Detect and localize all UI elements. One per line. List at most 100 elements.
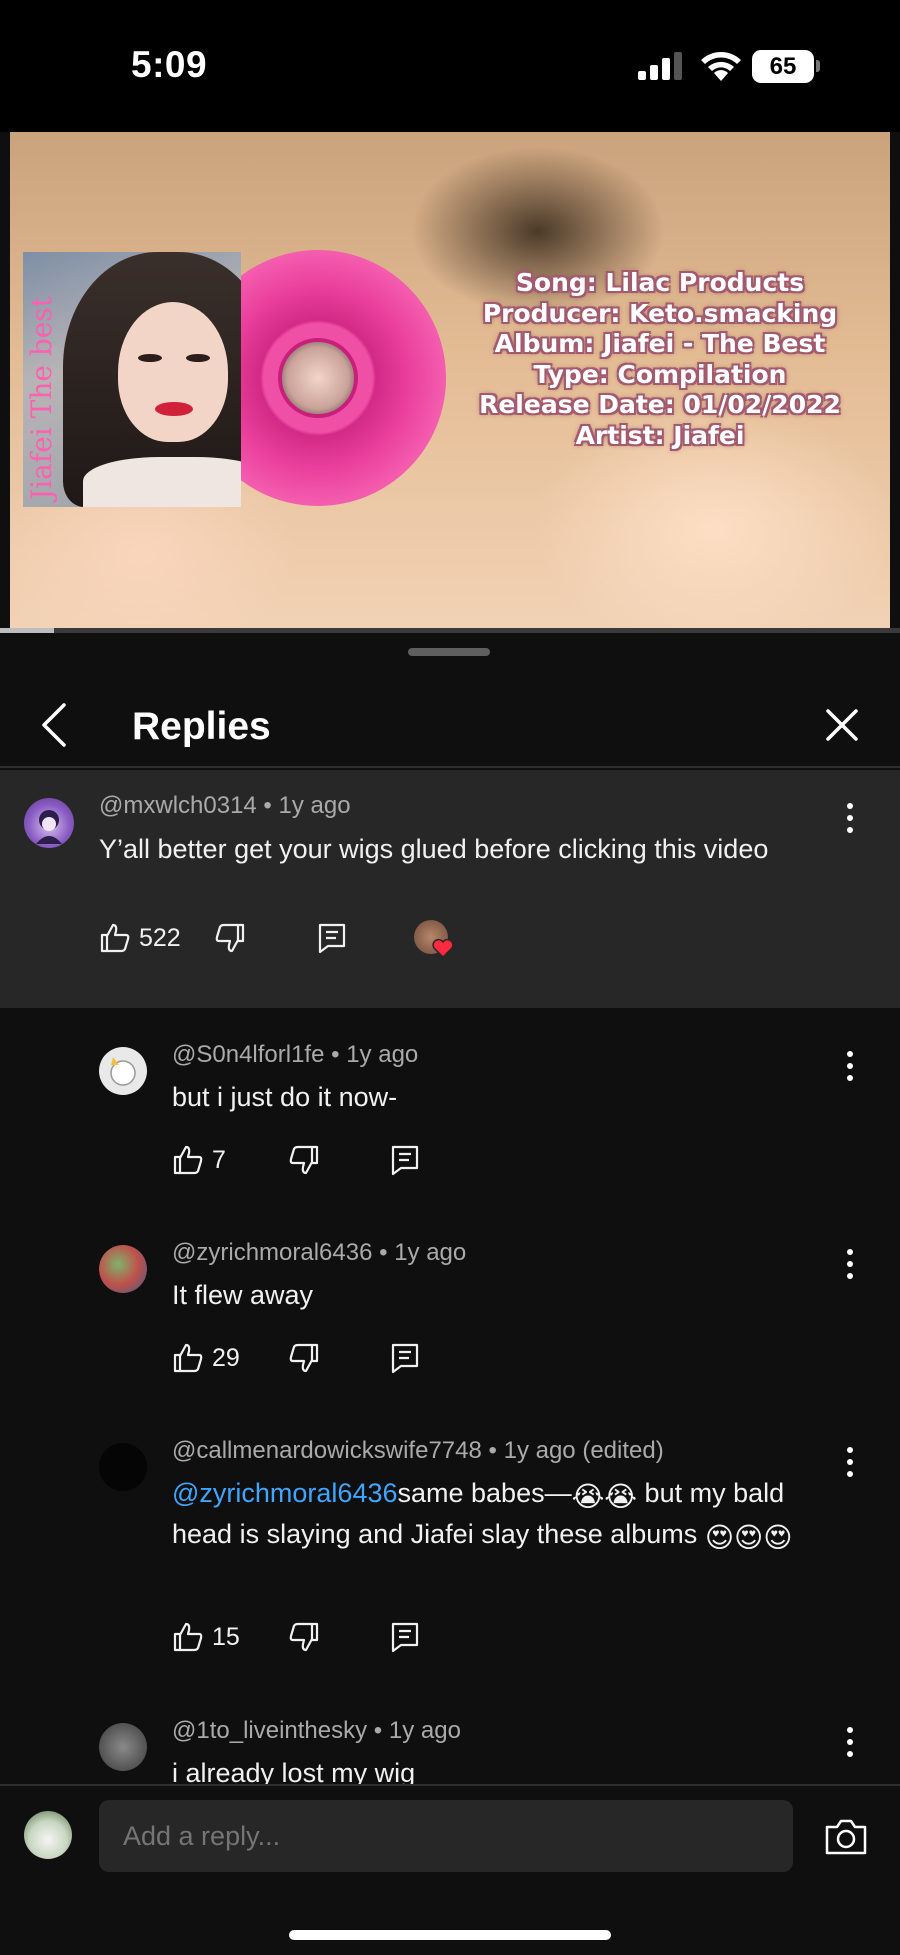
avatar[interactable] — [99, 1723, 147, 1771]
comment-time: 1y ago — [346, 1041, 419, 1068]
comment-time: 1y ago — [278, 792, 351, 819]
avatar[interactable] — [99, 1245, 147, 1293]
reply-item: @1to_liveinthesky • 1y ago i already los… — [0, 1699, 900, 1784]
close-icon[interactable] — [822, 705, 862, 745]
thumbs-down-icon[interactable] — [288, 1144, 320, 1176]
reply-item: @S0n4lforl1fe • 1y ago but i just do it … — [0, 1023, 900, 1203]
like-button[interactable]: 7 — [172, 1144, 226, 1176]
thumbs-down-icon[interactable] — [288, 1342, 320, 1374]
status-bar: 5:09 65 — [0, 0, 900, 132]
avatar[interactable] — [99, 1443, 147, 1491]
comment-text: @zyrichmoral6436same babes—😭😭 but my bal… — [172, 1473, 837, 1555]
comment-meta: @1to_liveinthesky • 1y ago — [172, 1717, 461, 1745]
meta-separator: • — [256, 792, 279, 819]
home-indicator[interactable] — [289, 1930, 611, 1940]
comment-handle[interactable]: @S0n4lforl1fe — [172, 1041, 324, 1068]
camera-icon[interactable] — [824, 1818, 868, 1856]
info-song: Song: Lilac Products — [515, 268, 805, 297]
chevron-left-icon[interactable] — [34, 699, 74, 751]
status-time: 5:09 — [131, 44, 208, 85]
comment-text: It flew away — [172, 1280, 314, 1310]
info-release-date: Release Date: 01/02/2022 — [479, 390, 841, 419]
cover-eye — [186, 354, 210, 362]
like-button[interactable]: 15 — [172, 1621, 240, 1653]
video-player[interactable]: Jiafei The best Song: Lilac Products Pro… — [10, 132, 890, 628]
comment-meta: @callmenardowickswife7748 • 1y ago (edit… — [172, 1437, 664, 1465]
like-count: 7 — [212, 1145, 226, 1174]
comment-text: but i just do it now- — [172, 1082, 398, 1112]
cellular-signal-icon — [638, 52, 682, 80]
meta-separator: • — [372, 1239, 395, 1266]
crying-emoji: 😭😭 — [571, 1481, 638, 1512]
avatar-art — [110, 1057, 136, 1086]
more-vert-icon[interactable] — [844, 1447, 856, 1477]
like-count: 522 — [139, 923, 181, 952]
like-button[interactable]: 522 — [99, 922, 181, 954]
comment-time: 1y ago — [394, 1239, 467, 1266]
meta-separator: • — [324, 1041, 347, 1068]
sheet-title: Replies — [132, 705, 271, 748]
avatar[interactable] — [99, 1047, 147, 1095]
thumbs-up-icon — [173, 1622, 203, 1652]
reply-item: @callmenardowickswife7748 • 1y ago (edit… — [0, 1419, 900, 1679]
like-count: 29 — [212, 1343, 240, 1372]
comment-meta: @S0n4lforl1fe • 1y ago — [172, 1041, 418, 1069]
album-cover: Jiafei The best — [23, 252, 241, 507]
avatar-art — [36, 810, 62, 844]
reply-icon[interactable] — [390, 1621, 420, 1653]
comment-handle[interactable]: @mxwlch0314 — [99, 792, 257, 819]
meta-separator: • — [481, 1437, 504, 1464]
cover-face — [118, 302, 228, 442]
info-album: Album: Jiafei - The Best — [494, 329, 826, 358]
more-vert-icon[interactable] — [844, 803, 856, 833]
sheet-header: Replies — [0, 661, 900, 768]
avatar[interactable] — [24, 798, 74, 848]
cover-lips — [155, 402, 193, 416]
user-avatar[interactable] — [24, 1811, 72, 1859]
reply-icon[interactable] — [390, 1342, 420, 1374]
comment-text: i already lost my wig — [172, 1758, 416, 1784]
heart-icon — [432, 938, 454, 958]
battery-indicator: 65 — [752, 50, 814, 83]
vinyl-label — [278, 338, 358, 418]
cover-title: Jiafei The best — [25, 296, 58, 500]
creator-heart-avatar — [414, 920, 454, 958]
mention-link[interactable]: @zyrichmoral6436 — [172, 1478, 398, 1508]
comment-time: 1y ago — [388, 1717, 461, 1744]
more-vert-icon[interactable] — [844, 1249, 856, 1279]
info-artist: Artist: Jiafei — [575, 420, 745, 450]
thumbs-down-icon[interactable] — [214, 922, 246, 954]
info-producer: Producer: Keto.smacking — [482, 298, 838, 328]
thumbs-down-icon[interactable] — [288, 1621, 320, 1653]
comment-text: Y’all better get your wigs glued before … — [99, 834, 769, 864]
comment-handle[interactable]: @callmenardowickswife7748 — [172, 1437, 482, 1464]
reply-input[interactable] — [99, 1800, 793, 1872]
cover-eye — [138, 354, 162, 362]
heart-eyes-emoji: 😍😍😍 — [704, 1522, 793, 1553]
like-count: 15 — [212, 1622, 240, 1651]
reply-icon[interactable] — [390, 1144, 420, 1176]
meta-separator: • — [367, 1717, 389, 1744]
reply-bar — [0, 1784, 900, 1955]
reply-icon[interactable] — [317, 922, 347, 954]
cover-body — [83, 457, 241, 507]
comment-handle[interactable]: @zyrichmoral6436 — [172, 1239, 372, 1266]
comment-time: 1y ago (edited) — [503, 1437, 664, 1464]
more-vert-icon[interactable] — [844, 1727, 856, 1757]
parent-comment: @mxwlch0314 • 1y ago Y’all better get yo… — [0, 770, 900, 1008]
replies-sheet: Replies @mxwlch0314 • 1y ago Y’all bette… — [0, 633, 900, 1955]
comment-meta: @mxwlch0314 • 1y ago — [99, 792, 351, 820]
battery-tip — [816, 60, 820, 72]
thumbs-up-icon — [100, 923, 130, 953]
more-vert-icon[interactable] — [844, 1051, 856, 1081]
comment-meta: @zyrichmoral6436 • 1y ago — [172, 1239, 466, 1267]
reply-item: @zyrichmoral6436 • 1y ago It flew away 2… — [0, 1221, 900, 1401]
wifi-icon — [701, 52, 741, 81]
sheet-grabber[interactable] — [408, 648, 490, 656]
thumbs-up-icon — [173, 1343, 203, 1373]
like-button[interactable]: 29 — [172, 1342, 240, 1374]
video-info: Song: Lilac Products Producer: Keto.smac… — [460, 268, 860, 451]
thumbs-up-icon — [173, 1145, 203, 1175]
info-type: Type: Compilation — [533, 359, 787, 389]
comment-handle[interactable]: @1to_liveinthesky — [172, 1717, 367, 1744]
